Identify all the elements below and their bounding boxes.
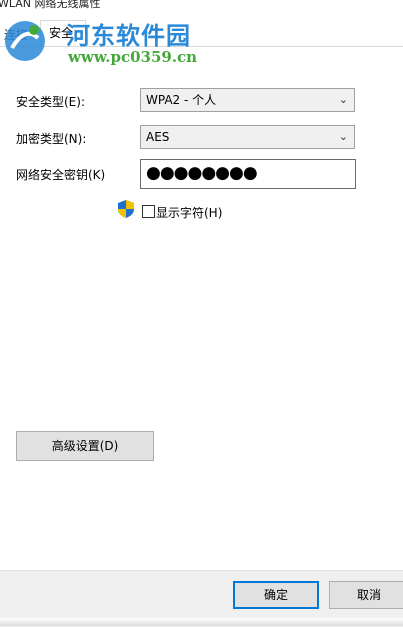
cancel-button[interactable]: 取消	[329, 581, 403, 609]
security-type-value: WPA2 - 个人	[146, 93, 217, 107]
chevron-down-icon: ⌄	[338, 130, 348, 143]
security-type-label: 安全类型(E):	[16, 95, 85, 109]
window-titlebar: WLAN 网络无线属性	[0, 0, 403, 14]
watermark-url: www.pc0359.cn	[68, 48, 198, 66]
bottom-edge	[0, 618, 403, 626]
window-title: WLAN 网络无线属性	[0, 0, 101, 10]
chevron-down-icon: ⌄	[338, 93, 348, 106]
ok-button[interactable]: 确定	[233, 581, 319, 609]
show-characters-checkbox[interactable]	[142, 205, 155, 218]
tab-connection[interactable]: 连接	[0, 24, 32, 46]
encryption-type-value: AES	[146, 130, 170, 144]
tab-security[interactable]: 安全	[40, 20, 86, 46]
network-key-label: 网络安全密钥(K)	[16, 168, 106, 182]
security-type-select[interactable]: WPA2 - 个人 ⌄	[140, 88, 355, 112]
encryption-type-select[interactable]: AES ⌄	[140, 125, 355, 149]
tab-strip: 连接 安全	[0, 14, 403, 47]
show-characters-label: 显示字符(H)	[156, 206, 223, 220]
network-key-input[interactable]: ●●●●●●●●	[140, 159, 356, 189]
advanced-settings-button[interactable]: 高级设置(D)	[16, 431, 154, 461]
uac-shield-icon	[118, 200, 134, 218]
encryption-type-label: 加密类型(N):	[16, 132, 87, 146]
